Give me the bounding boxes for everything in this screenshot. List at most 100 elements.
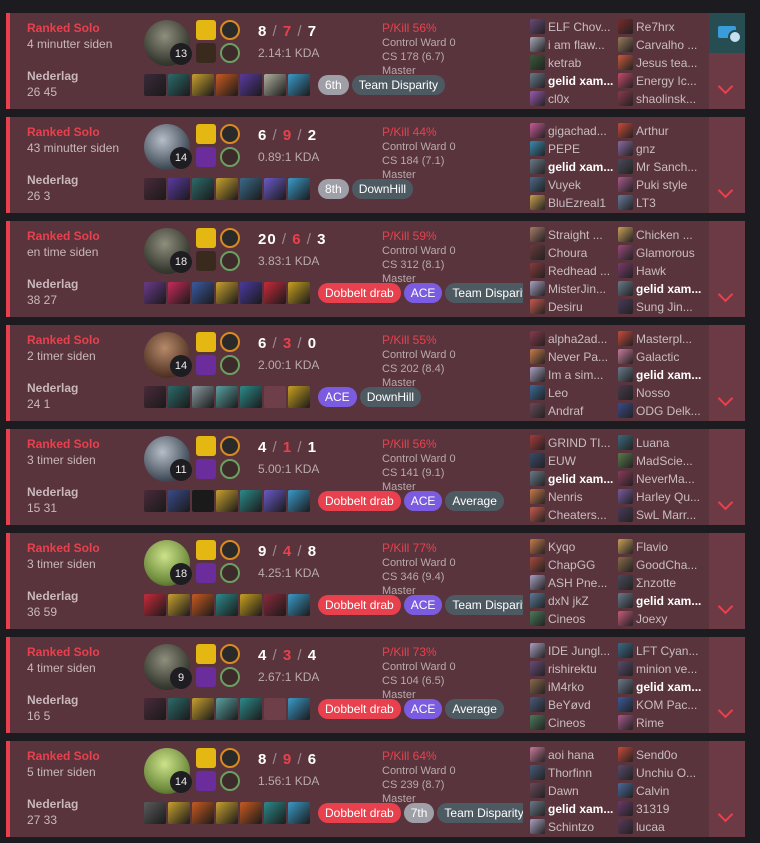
player-name[interactable]: Cineos <box>548 612 616 626</box>
player-name[interactable]: gelid xam... <box>548 802 616 816</box>
summoner-spell-flash-icon[interactable] <box>196 436 216 456</box>
item-slot-icon[interactable] <box>144 594 166 616</box>
player-name[interactable]: rishirektu <box>548 662 616 676</box>
match-card[interactable]: Ranked Solo 4 minutter siden Nederlag 26 45… <box>6 13 745 109</box>
item-slot-icon[interactable] <box>240 698 262 720</box>
player-name[interactable]: ChapGG <box>548 558 616 572</box>
match-card[interactable]: Ranked Solo 5 timer siden Nederlag 27 33 14 8… <box>6 741 745 837</box>
player-row[interactable]: Sung Jin... <box>616 298 702 316</box>
player-row[interactable]: SwL Marr... <box>616 506 702 524</box>
player-name[interactable]: Galactic <box>636 350 704 364</box>
player-row[interactable]: Schintzo <box>528 818 614 836</box>
secondary-rune-icon[interactable] <box>220 43 240 63</box>
player-row[interactable]: Thorfinn <box>528 764 614 782</box>
player-name[interactable]: LFT Cyan... <box>636 644 704 658</box>
player-name[interactable]: gelid xam... <box>636 680 704 694</box>
player-row[interactable]: Unchiu O... <box>616 764 702 782</box>
video-button[interactable] <box>709 13 745 53</box>
player-row[interactable]: Luana <box>616 434 702 452</box>
item-slot-icon[interactable] <box>144 490 166 512</box>
summoner-spell-icon[interactable] <box>196 771 216 791</box>
player-name[interactable]: Masterpl... <box>636 332 704 346</box>
item-slot-icon[interactable] <box>288 490 310 512</box>
item-slot-icon[interactable] <box>264 698 286 720</box>
summoner-spell-flash-icon[interactable] <box>196 332 216 352</box>
player-name[interactable]: aoi hana <box>548 748 616 762</box>
secondary-rune-icon[interactable] <box>220 147 240 167</box>
player-name[interactable]: Calvin <box>636 784 704 798</box>
summoner-spell-flash-icon[interactable] <box>196 20 216 40</box>
player-name[interactable]: Vuyek <box>548 178 616 192</box>
player-row[interactable]: ELF Chov... <box>528 18 614 36</box>
item-slot-icon[interactable] <box>144 386 166 408</box>
item-slot-icon[interactable] <box>264 594 286 616</box>
player-name[interactable]: Energy Ic... <box>636 74 704 88</box>
item-slot-icon[interactable] <box>264 74 286 96</box>
player-row[interactable]: Cineos <box>528 610 614 628</box>
secondary-rune-icon[interactable] <box>220 563 240 583</box>
item-slot-icon[interactable] <box>240 386 262 408</box>
player-name[interactable]: Straight ... <box>548 228 616 242</box>
player-name[interactable]: Choura <box>548 246 616 260</box>
player-row[interactable]: gelid xam... <box>528 470 614 488</box>
item-slot-icon[interactable] <box>216 594 238 616</box>
player-name[interactable]: Luana <box>636 436 704 450</box>
item-slot-icon[interactable] <box>144 74 166 96</box>
summoner-spell-icon[interactable] <box>196 251 216 271</box>
keystone-rune-icon[interactable] <box>220 20 240 40</box>
player-name[interactable]: Arthur <box>636 124 704 138</box>
item-slot-icon[interactable] <box>192 386 214 408</box>
player-name[interactable]: EUW <box>548 454 616 468</box>
keystone-rune-icon[interactable] <box>220 332 240 352</box>
player-row[interactable]: Choura <box>528 244 614 262</box>
item-slot-icon[interactable] <box>144 178 166 200</box>
item-slot-icon[interactable] <box>216 490 238 512</box>
player-name[interactable]: gelid xam... <box>636 594 704 608</box>
expand-panel[interactable] <box>709 117 745 213</box>
player-name[interactable]: Hawk <box>636 264 704 278</box>
item-slot-icon[interactable] <box>168 282 190 304</box>
player-row[interactable]: rishirektu <box>528 660 614 678</box>
player-name[interactable]: gelid xam... <box>548 472 616 486</box>
player-row[interactable]: Leo <box>528 384 614 402</box>
player-row[interactable]: shaolinsk... <box>616 90 702 108</box>
secondary-rune-icon[interactable] <box>220 251 240 271</box>
player-name[interactable]: shaolinsk... <box>636 92 704 106</box>
expand-panel[interactable] <box>709 741 745 837</box>
player-name[interactable]: Cineos <box>548 716 616 730</box>
item-slot-icon[interactable] <box>264 178 286 200</box>
player-row[interactable]: Rime <box>616 714 702 732</box>
player-name[interactable]: KOM Pac... <box>636 698 704 712</box>
item-slot-icon[interactable] <box>264 490 286 512</box>
item-slot-icon[interactable] <box>144 282 166 304</box>
player-name[interactable]: Glamorous <box>636 246 704 260</box>
item-slot-icon[interactable] <box>288 802 310 824</box>
player-row[interactable]: BeYøvd <box>528 696 614 714</box>
item-slot-icon[interactable] <box>216 698 238 720</box>
player-name[interactable]: Never Pa... <box>548 350 616 364</box>
player-row[interactable]: gelid xam... <box>616 592 702 610</box>
player-row[interactable]: i am flaw... <box>528 36 614 54</box>
player-name[interactable]: ASH Pne... <box>548 576 616 590</box>
expand-panel[interactable] <box>709 325 745 421</box>
player-row[interactable]: Straight ... <box>528 226 614 244</box>
item-slot-icon[interactable] <box>192 594 214 616</box>
player-name[interactable]: Nosso <box>636 386 704 400</box>
player-name[interactable]: MisterJin... <box>548 282 616 296</box>
player-row[interactable]: 31319 <box>616 800 702 818</box>
player-name[interactable]: Rime <box>636 716 704 730</box>
player-name[interactable]: alpha2ad... <box>548 332 616 346</box>
player-name[interactable]: PEPE <box>548 142 616 156</box>
item-slot-icon[interactable] <box>216 802 238 824</box>
player-row[interactable]: gelid xam... <box>528 800 614 818</box>
player-name[interactable]: Kyqo <box>548 540 616 554</box>
player-row[interactable]: iM4rko <box>528 678 614 696</box>
player-row[interactable]: lucaa <box>616 818 702 836</box>
chevron-down-icon[interactable] <box>717 598 734 615</box>
summoner-spell-icon[interactable] <box>196 667 216 687</box>
player-row[interactable]: ChapGG <box>528 556 614 574</box>
summoner-spell-flash-icon[interactable] <box>196 644 216 664</box>
keystone-rune-icon[interactable] <box>220 644 240 664</box>
summoner-spell-icon[interactable] <box>196 355 216 375</box>
player-name[interactable]: Carvalho ... <box>636 38 704 52</box>
